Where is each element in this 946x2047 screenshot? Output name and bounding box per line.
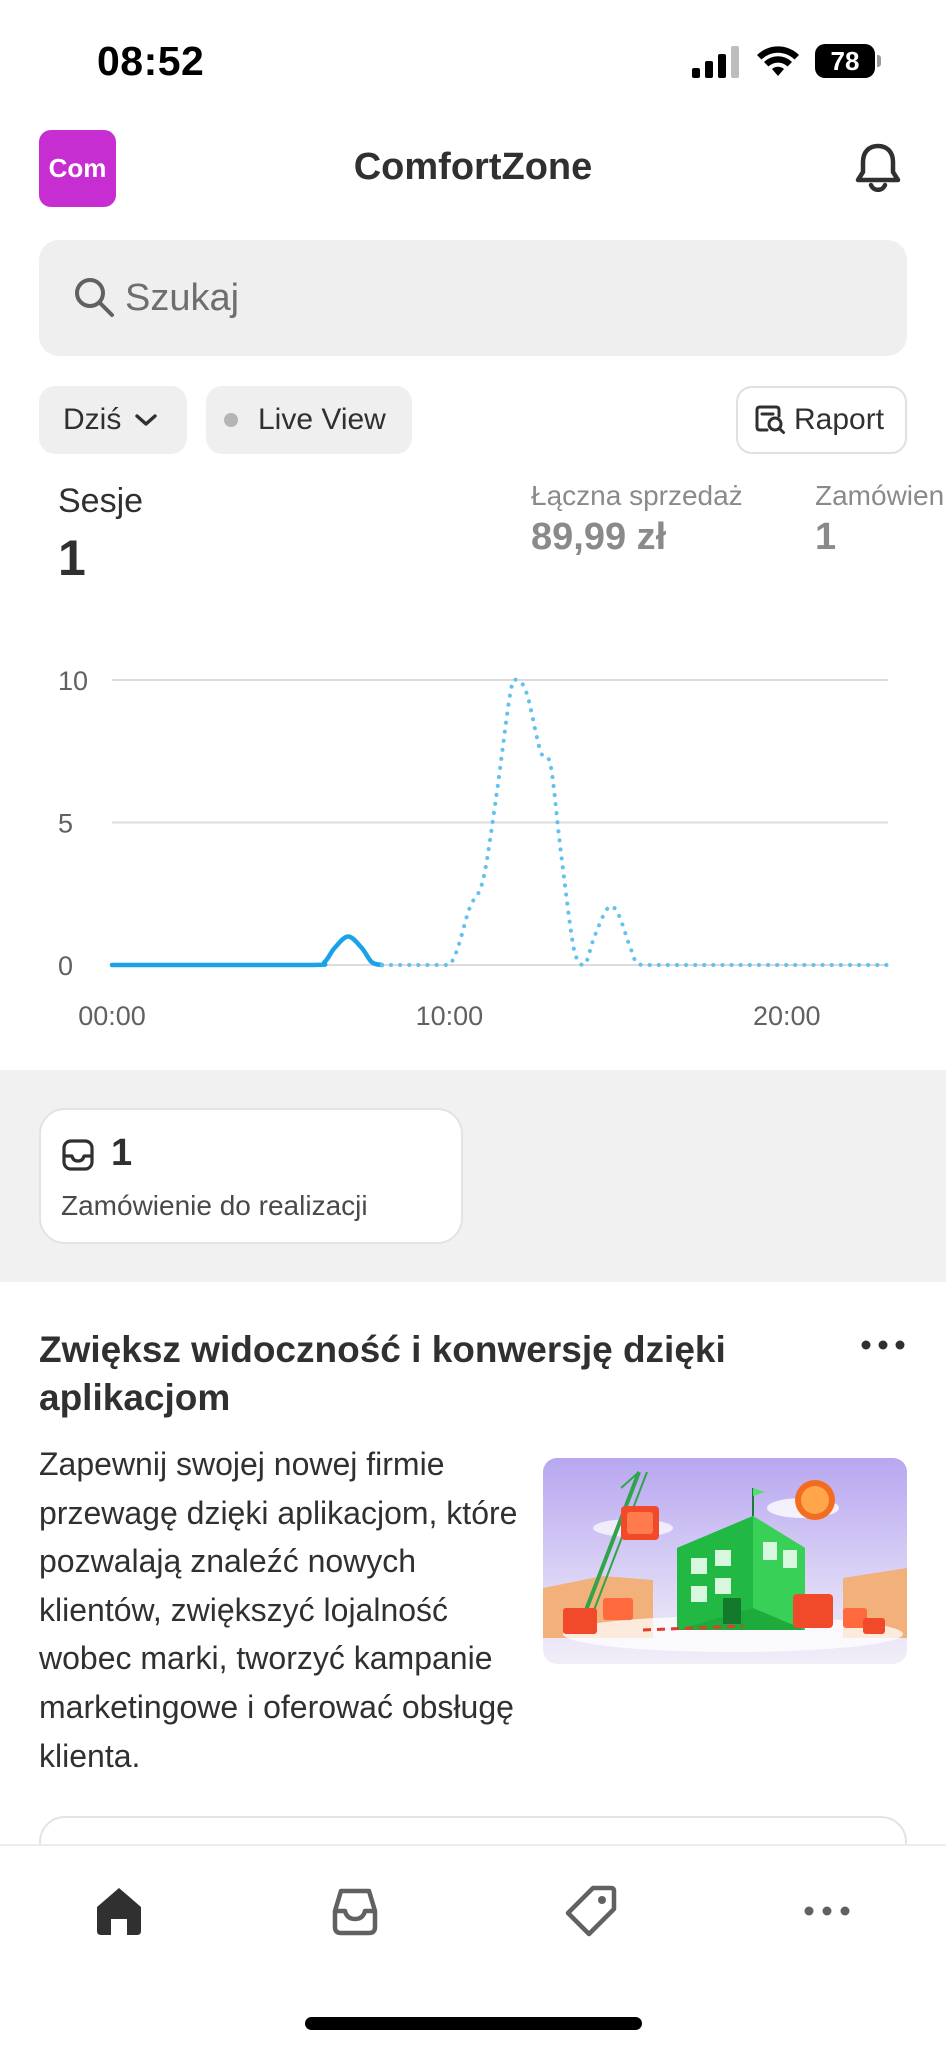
products-icon [565, 1885, 617, 1937]
orders-count: 1 [111, 1132, 133, 1174]
more-icon [804, 1906, 850, 1916]
sessions-chart: 0 5 10 00:00 10:00 20:00 [58, 666, 890, 1031]
battery-icon: 78 [815, 44, 881, 78]
x-tick-label: 00:00 [78, 1001, 146, 1031]
store-name: ComfortZone [353, 146, 593, 188]
promo-card: Zwiększ widoczność i konwersję dzięki ap… [0, 1282, 946, 1844]
y-tick-label: 5 [58, 809, 73, 839]
metric-label: Zamówienia [815, 480, 946, 511]
y-tick-label: 0 [58, 951, 73, 981]
live-view-label: Live View [258, 403, 386, 436]
report-button[interactable]: Raport [736, 386, 907, 454]
metric-label: Łączna sprzedaż [531, 480, 743, 511]
metrics-row: Sesje 1 Łączna sprzedaż 89,99 zł Zamówie… [0, 470, 946, 610]
x-tick-label: 10:00 [416, 1001, 484, 1031]
home-icon [97, 1888, 141, 1935]
tab-bar [0, 1844, 946, 2047]
status-time: 08:52 [97, 38, 205, 84]
app-header: Com ComfortZone [0, 120, 946, 220]
chevron-down-icon [135, 414, 158, 426]
orders-to-fulfill-card[interactable]: 1 Zamówienie do realizacji [39, 1108, 463, 1244]
next-card[interactable] [39, 1816, 907, 1844]
orders-icon [332, 1888, 378, 1936]
live-view-button[interactable]: Live View [206, 386, 412, 454]
promo-title: Zwiększ widoczność i konwersję dzięki ap… [39, 1329, 726, 1418]
metric-value: 1 [58, 530, 86, 586]
tab-orders[interactable] [320, 1876, 390, 1946]
promo-illustration [543, 1458, 907, 1664]
period-label: Dziś [63, 403, 122, 436]
orders-section: 1 Zamówienie do realizacji [0, 1070, 946, 1282]
more-options-icon[interactable] [858, 1330, 908, 1360]
home-indicator [305, 2017, 642, 2030]
report-label: Raport [794, 403, 885, 436]
tab-more[interactable] [792, 1876, 862, 1946]
battery-level: 78 [815, 44, 875, 78]
metric-sessions[interactable]: Sesje 1 [58, 482, 143, 587]
search-icon [75, 278, 114, 317]
battery-cap [877, 55, 881, 67]
metric-total-sales[interactable]: Łączna sprzedaż 89,99 zł [531, 480, 743, 559]
search-input[interactable] [125, 268, 825, 328]
bell-icon[interactable] [852, 140, 904, 196]
signal-icon [692, 46, 739, 78]
inbox-icon [62, 1139, 94, 1171]
metric-value: 1 [815, 516, 837, 558]
y-tick-label: 10 [58, 666, 88, 696]
orders-label: Zamówienie do realizacji [61, 1190, 368, 1221]
tab-products[interactable] [556, 1876, 626, 1946]
metric-label: Sesje [58, 482, 144, 520]
promo-body: Zapewnij swojej nowej firmie przewagę dz… [39, 1446, 518, 1774]
status-bar: 08:52 78 [0, 0, 946, 120]
metric-orders[interactable]: Zamówienia 1 [815, 480, 946, 559]
live-status-dot [224, 413, 238, 427]
metric-value: 89,99 zł [531, 516, 667, 558]
tab-home[interactable] [84, 1876, 154, 1946]
search-bar[interactable] [39, 240, 907, 356]
period-dropdown[interactable]: Dziś [39, 386, 187, 454]
filter-row: Dziś Live View Raport [0, 386, 946, 454]
x-tick-label: 20:00 [753, 1001, 821, 1031]
report-search-icon [755, 405, 785, 434]
wifi-icon [757, 46, 799, 76]
chart-series-solid-line [109, 934, 385, 968]
